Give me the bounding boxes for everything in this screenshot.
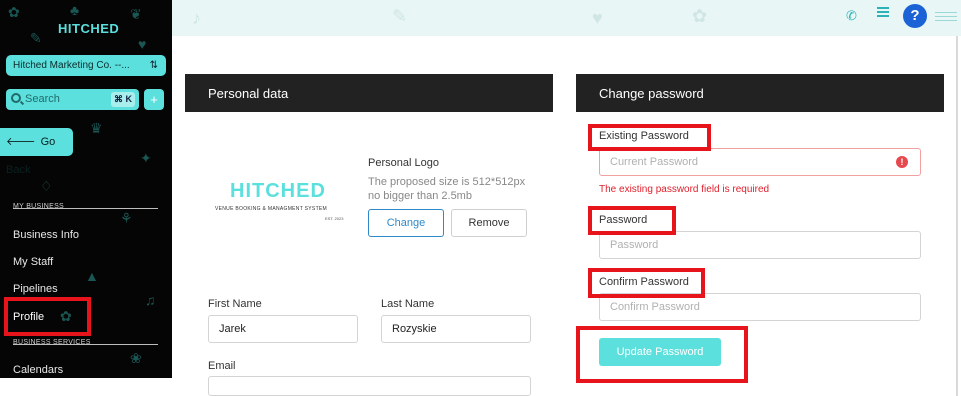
- org-select[interactable]: Hitched Marketing Co. --... ⇅: [6, 55, 166, 76]
- decor-icon: ♛: [90, 120, 103, 136]
- go-back-button[interactable]: 🡐 Go Back: [0, 128, 73, 176]
- menu-icon[interactable]: [935, 12, 957, 24]
- divider: [13, 344, 158, 345]
- decor-icon: ❦: [130, 6, 142, 22]
- arrow-left-icon: 🡐: [6, 136, 36, 148]
- email-label: Email: [208, 360, 236, 372]
- search-icon: [11, 93, 21, 103]
- top-bar: ♪ ✎ ♥ ✿: [172, 0, 961, 36]
- phone-icon[interactable]: ✆: [846, 8, 857, 24]
- decor-icon: ⚘: [120, 210, 133, 226]
- email-field[interactable]: [208, 376, 531, 396]
- highlight-existing-password: [588, 124, 711, 151]
- last-name-field[interactable]: Rozyskie: [381, 315, 531, 343]
- decor-icon: ♪: [192, 8, 201, 28]
- decor-icon: ✎: [392, 6, 408, 26]
- decor-icon: ✎: [30, 30, 42, 46]
- sidebar-item-business-info[interactable]: Business Info: [13, 229, 79, 241]
- org-select-value: Hitched Marketing Co. --...: [13, 60, 130, 71]
- error-icon: !: [896, 156, 908, 168]
- logo-hint-weight: no bigger than 2.5mb: [368, 190, 472, 202]
- first-name-label: First Name: [208, 298, 262, 310]
- search-input[interactable]: Search ⌘ K: [6, 89, 139, 110]
- highlight-password: [588, 206, 676, 235]
- decor-icon: ❀: [130, 350, 142, 366]
- personal-logo-image: HITCHED: [230, 180, 326, 202]
- add-button[interactable]: +: [144, 89, 164, 110]
- search-placeholder: Search: [25, 93, 60, 105]
- brand-logo: HITCHED: [58, 21, 120, 36]
- decor-icon: ♥: [138, 36, 147, 52]
- help-icon[interactable]: ?: [903, 4, 927, 28]
- sidebar-item-pipelines[interactable]: Pipelines: [13, 283, 58, 295]
- shortcut-badge: ⌘ K: [111, 92, 135, 107]
- highlight-update-password: [576, 326, 748, 383]
- sidebar-item-my-staff[interactable]: My Staff: [13, 256, 53, 268]
- last-name-label: Last Name: [381, 298, 435, 310]
- decor-icon: ♣: [70, 2, 80, 18]
- sidebar-item-calendars[interactable]: Calendars: [13, 364, 63, 376]
- scroll-edge: [956, 36, 958, 396]
- decor-icon: ♢: [40, 178, 53, 194]
- personal-data-header: Personal data: [185, 74, 553, 112]
- decor-icon: ♥: [592, 8, 603, 28]
- list-icon[interactable]: [877, 7, 889, 19]
- decor-icon: ✦: [140, 150, 152, 166]
- change-password-header: Change password: [576, 74, 944, 112]
- decor-icon: ✿: [692, 6, 708, 26]
- decor-icon: ✿: [8, 4, 20, 20]
- remove-logo-button[interactable]: Remove: [451, 209, 527, 237]
- existing-password-placeholder: Current Password: [610, 156, 699, 168]
- app-root: ✿ ♣ ❦ ✎ ♥ ♛ ✦ ♢ ⚘ ▲ ♫ ✿ ❀ HITCHED Hitche…: [0, 0, 961, 396]
- highlight-confirm-password: [588, 268, 705, 298]
- decor-icon: ▲: [85, 268, 99, 284]
- password-field[interactable]: Password: [599, 231, 921, 259]
- highlight-profile: [4, 297, 91, 336]
- divider: [13, 208, 158, 209]
- first-name-field[interactable]: Jarek: [208, 315, 358, 343]
- personal-logo-label: Personal Logo: [368, 157, 439, 169]
- logo-subtitle: VENUE BOOKING & MANAGMENT SYSTEM: [215, 206, 328, 212]
- logo-hint-size: The proposed size is 512*512px: [368, 176, 526, 188]
- existing-password-error: The existing password field is required: [599, 184, 770, 195]
- chevron-updown-icon: ⇅: [149, 60, 158, 71]
- existing-password-field[interactable]: Current Password !: [599, 148, 921, 176]
- change-logo-button[interactable]: Change: [368, 209, 444, 237]
- decor-icon: ♫: [145, 292, 156, 308]
- logo-tag: EST. 2023: [325, 216, 344, 221]
